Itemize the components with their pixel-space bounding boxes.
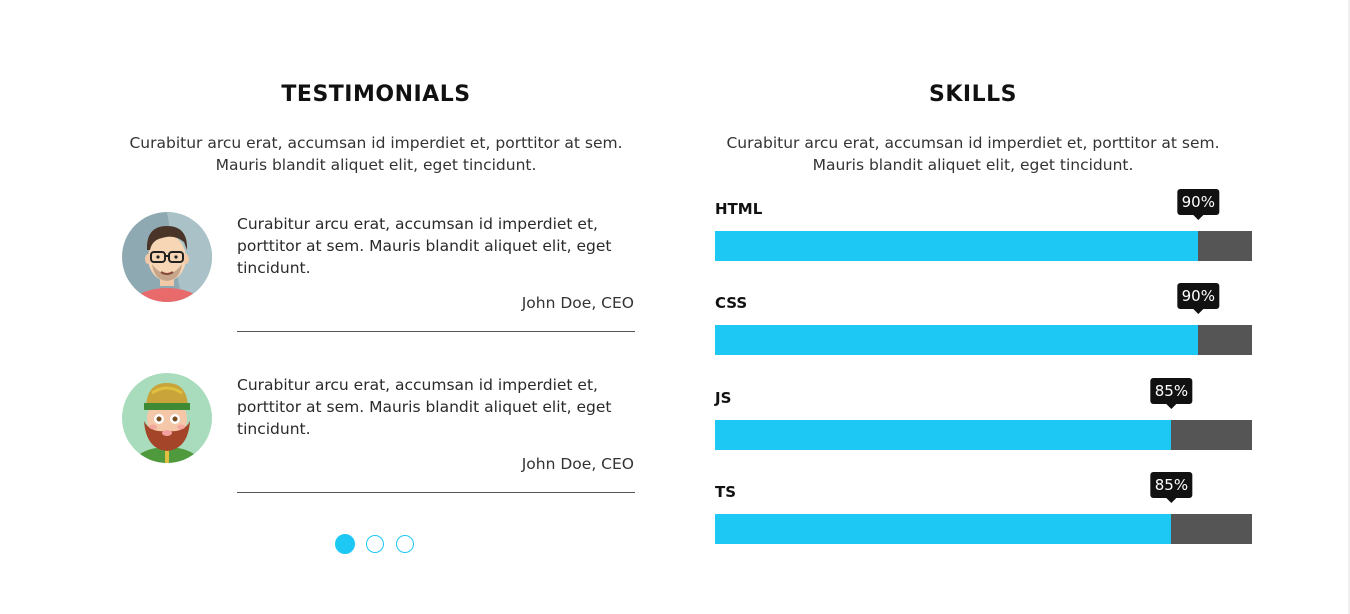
skills-title: SKILLS bbox=[929, 82, 1017, 107]
skill-percent-tooltip: 90% bbox=[1177, 283, 1219, 314]
pagination-dot-3[interactable] bbox=[396, 535, 414, 553]
skill-bar-track bbox=[715, 420, 1252, 450]
skill-bar-fill bbox=[715, 231, 1199, 261]
testimonial-author: John Doe, CEO bbox=[521, 294, 634, 312]
skills-intro: Curabitur arcu erat, accumsan id imperdi… bbox=[726, 134, 1220, 174]
divider bbox=[237, 492, 635, 493]
skill-js: JS 85% bbox=[715, 378, 1252, 459]
testimonials-list: Curabitur arcu erat, accumsan id imperdi… bbox=[110, 82, 642, 562]
testimonial-quote: Curabitur arcu erat, accumsan id imperdi… bbox=[237, 215, 612, 277]
skill-bar-track bbox=[715, 514, 1252, 544]
avatar-bearded-man-icon bbox=[122, 373, 212, 463]
skill-label: JS bbox=[715, 389, 732, 407]
skill-percent-tooltip: 85% bbox=[1150, 378, 1193, 409]
skill-bar-fill bbox=[715, 325, 1199, 355]
skill-bar-track bbox=[715, 325, 1252, 355]
testimonial-quote: Curabitur arcu erat, accumsan id imperdi… bbox=[237, 376, 612, 438]
skill-percent-tooltip: 90% bbox=[1177, 189, 1219, 220]
skill-label: TS bbox=[715, 483, 737, 501]
avatar-man-glasses-icon bbox=[122, 212, 212, 302]
page: TESTIMONIALS Curabitur arcu erat, accums… bbox=[0, 0, 1350, 614]
skill-bar-fill bbox=[715, 514, 1172, 544]
skill-html: HTML 90% bbox=[715, 189, 1252, 270]
skills-section: SKILLS Curabitur arcu erat, accumsan id … bbox=[705, 82, 1252, 544]
skill-percent-tooltip: 85% bbox=[1150, 472, 1193, 503]
skill-label: CSS bbox=[715, 294, 748, 312]
skill-css: CSS 90% bbox=[715, 283, 1252, 364]
testimonial-item: Curabitur arcu erat, accumsan id imperdi… bbox=[122, 371, 642, 501]
skill-bar-track bbox=[715, 231, 1252, 261]
divider bbox=[237, 331, 635, 332]
skill-ts: TS 85% bbox=[715, 472, 1252, 553]
pagination-dot-2[interactable] bbox=[366, 535, 384, 553]
skill-bar-fill bbox=[715, 420, 1172, 450]
testimonial-item: Curabitur arcu erat, accumsan id imperdi… bbox=[122, 210, 642, 340]
pagination-dot-1[interactable] bbox=[335, 534, 355, 554]
skill-label: HTML bbox=[715, 200, 763, 218]
testimonial-author: John Doe, CEO bbox=[521, 455, 634, 473]
